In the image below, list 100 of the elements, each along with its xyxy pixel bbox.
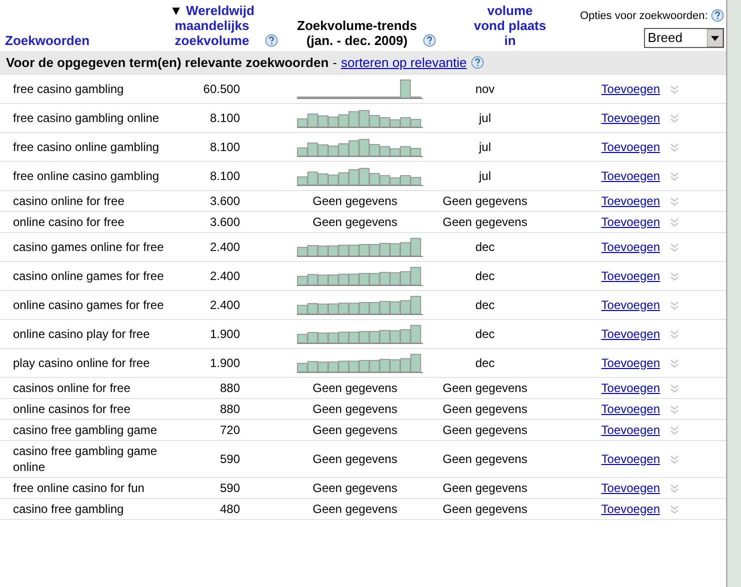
volume-column-header[interactable]: ▼ Wereldwijd maandelijks zoekvolume: [162, 3, 262, 48]
add-link[interactable]: Toevoegen: [601, 452, 660, 466]
keyword: free casino gambling: [12, 80, 125, 98]
search-volume: 590: [218, 450, 240, 468]
expand-chevron-icon[interactable]: [670, 426, 679, 435]
search-volume: 2.400: [208, 238, 240, 256]
help-icon[interactable]: [265, 34, 278, 47]
peak-month: Geen gegevens: [442, 500, 528, 518]
expand-chevron-icon[interactable]: [670, 504, 679, 514]
peak-month: dec: [474, 268, 496, 284]
peak-column-header[interactable]: volume vond plaats in: [470, 3, 550, 48]
add-link[interactable]: Toevoegen: [601, 402, 660, 416]
peak-month: jul: [478, 168, 492, 184]
keyword: casino free gambling game online: [12, 442, 158, 476]
no-data-text: Geen gegevens: [312, 502, 398, 516]
section-title: Voor de opgegeven term(en) relevante zoekwoorden: [6, 54, 329, 72]
help-icon[interactable]: [422, 34, 436, 47]
add-link[interactable]: Toevoegen: [601, 380, 660, 394]
search-volume: 8.100: [208, 138, 240, 156]
keyword: casino free gambling game: [12, 422, 158, 438]
add-link[interactable]: Toevoegen: [601, 110, 660, 124]
expand-chevron-icon[interactable]: [670, 454, 679, 464]
peak-month: Geen gegevens: [442, 422, 528, 438]
expand-chevron-icon[interactable]: [670, 196, 679, 206]
keyword: free online casino for fun: [12, 480, 146, 496]
expand-chevron-icon[interactable]: [670, 114, 679, 123]
add-link[interactable]: Toevoegen: [601, 502, 660, 516]
add-link[interactable]: Toevoegen: [601, 168, 660, 182]
options-label: Opties voor zoekwoorden:: [580, 8, 708, 24]
expand-chevron-icon[interactable]: [670, 330, 679, 339]
search-volume: 8.100: [208, 168, 240, 184]
search-volume: 3.600: [208, 192, 240, 210]
expand-chevron-icon[interactable]: [670, 384, 679, 393]
help-icon[interactable]: [710, 8, 724, 22]
peak-month: dec: [474, 354, 496, 372]
keyword-column-header[interactable]: Zoekwoorden: [0, 33, 150, 48]
no-data-text: Geen gegevens: [312, 480, 398, 494]
peak-month: Geen gegevens: [442, 480, 528, 496]
add-link[interactable]: Toevoegen: [601, 82, 660, 96]
add-link[interactable]: Toevoegen: [601, 356, 660, 370]
expand-chevron-icon[interactable]: [670, 84, 679, 94]
search-volume: 3.600: [208, 214, 240, 230]
add-link[interactable]: Toevoegen: [601, 240, 660, 254]
keyword: free casino gambling online: [12, 110, 160, 126]
help-icon[interactable]: [470, 56, 484, 69]
trend-column-header: Zoekvolume-trends (jan. - dec. 2009): [296, 18, 418, 48]
expand-chevron-icon[interactable]: [670, 218, 679, 227]
keyword: casino free gambling: [12, 500, 125, 518]
peak-month: dec: [474, 238, 496, 256]
sort-link[interactable]: sorteren op relevantie: [341, 53, 467, 72]
keyword: online casinos for free: [12, 400, 132, 418]
add-link[interactable]: Toevoegen: [601, 268, 660, 282]
expand-chevron-icon[interactable]: [670, 142, 679, 152]
no-data-text: Geen gegevens: [312, 214, 398, 228]
add-link[interactable]: Toevoegen: [601, 298, 660, 312]
search-volume: 1.900: [208, 354, 240, 372]
peak-month: Geen gegevens: [442, 380, 528, 396]
search-volume: 480: [218, 500, 240, 518]
keyword: casinos online for free: [12, 380, 132, 396]
peak-month: Geen gegevens: [442, 192, 528, 210]
expand-chevron-icon[interactable]: [670, 404, 679, 414]
keyword: play casino online for free: [12, 354, 151, 372]
add-link[interactable]: Toevoegen: [601, 214, 660, 228]
search-volume: 2.400: [208, 268, 240, 284]
expand-chevron-icon[interactable]: [670, 272, 679, 281]
peak-month: dec: [474, 296, 496, 314]
keyword: casino online for free: [12, 192, 126, 210]
search-volume: 590: [218, 480, 240, 496]
add-link[interactable]: Toevoegen: [601, 480, 660, 494]
no-data-text: Geen gegevens: [312, 452, 398, 466]
expand-chevron-icon[interactable]: [670, 358, 679, 368]
keyword: online casino play for free: [12, 326, 151, 342]
search-volume: 720: [218, 422, 240, 438]
keyword: online casino games for free: [12, 296, 165, 314]
expand-chevron-icon[interactable]: [670, 484, 679, 493]
search-volume: 880: [218, 400, 240, 418]
peak-month: jul: [478, 138, 492, 156]
peak-month: Geen gegevens: [442, 400, 528, 418]
add-link[interactable]: Toevoegen: [601, 140, 660, 154]
separator: -: [332, 54, 338, 72]
keyword: online casino for free: [12, 214, 126, 230]
expand-chevron-icon[interactable]: [670, 242, 679, 252]
peak-month: nov: [474, 80, 496, 98]
dropdown-arrow-icon[interactable]: [706, 29, 723, 47]
add-link[interactable]: Toevoegen: [601, 194, 660, 208]
keyword: casino games online for free: [12, 238, 165, 256]
peak-month: Geen gegevens: [442, 450, 528, 468]
peak-month: dec: [474, 326, 496, 342]
search-volume: 8.100: [208, 110, 240, 126]
expand-chevron-icon[interactable]: [670, 300, 679, 310]
peak-month: jul: [478, 110, 492, 126]
search-volume: 880: [218, 380, 240, 396]
match-type-dropdown[interactable]: Breed: [644, 28, 724, 48]
keyword: casino online games for free: [12, 268, 165, 284]
no-data-text: Geen gegevens: [312, 194, 398, 208]
search-volume: 60.500: [202, 80, 240, 98]
add-link[interactable]: Toevoegen: [601, 326, 660, 340]
add-link[interactable]: Toevoegen: [601, 422, 660, 436]
expand-chevron-icon[interactable]: [670, 172, 679, 181]
no-data-text: Geen gegevens: [312, 380, 398, 394]
